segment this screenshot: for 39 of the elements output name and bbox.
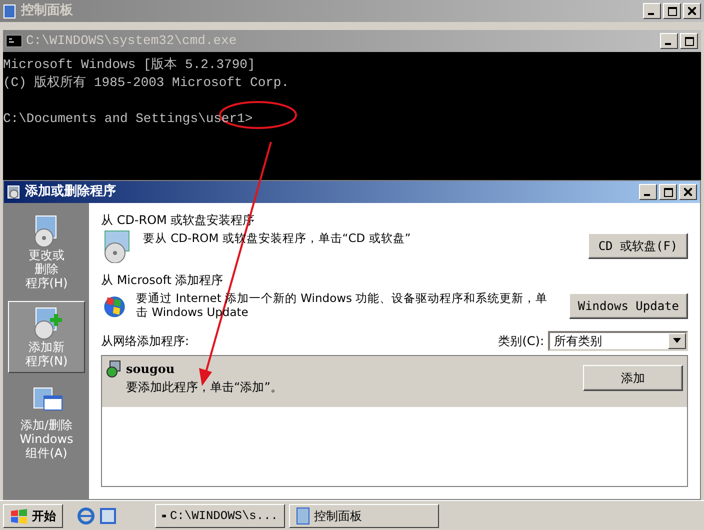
close-icon <box>684 188 692 196</box>
program-icon <box>7 184 21 200</box>
program-description: 要添加此程序，单击“添加”。 <box>126 379 284 396</box>
category-label: 类别(C): <box>498 333 544 350</box>
desktop-icon[interactable] <box>99 506 117 525</box>
page-icon <box>99 506 117 525</box>
console-icon <box>6 35 22 47</box>
program-row[interactable]: sougou 要添加此程序，单击“添加”。 添加 <box>101 355 688 407</box>
globe-icon <box>77 506 95 525</box>
sidebar-item[interactable]: 添加/删除 Windows 组件(A) <box>8 379 85 465</box>
windows-logo-icon <box>10 508 28 524</box>
maximize-icon <box>668 6 676 16</box>
maximize-icon <box>664 188 672 197</box>
window-title: 控制面板 <box>21 2 73 20</box>
section-heading: 从 Microsoft 添加程序 <box>101 272 224 289</box>
window-title: C:\WINDOWS\system32\cmd.exe <box>26 32 237 50</box>
taskbar-button[interactable]: 控制面板 <box>289 504 439 528</box>
cd-button[interactable]: CD 或软盘(F) <box>588 233 688 259</box>
maximize-button[interactable] <box>659 184 677 200</box>
category-dropdown[interactable]: 所有类别 <box>548 331 688 351</box>
folder-icon <box>3 3 17 19</box>
browser-icon[interactable] <box>77 506 95 525</box>
console-line: (C) 版权所有 1985-2003 Microsoft Corp. <box>3 74 290 92</box>
close-icon <box>688 7 696 16</box>
program-name: sougou <box>126 361 176 378</box>
close-button[interactable] <box>679 184 697 200</box>
maximize-icon <box>684 36 694 46</box>
console-line: Microsoft Windows [版本 5.2.3790] <box>3 56 256 74</box>
window-title: 添加或删除程序 <box>25 182 116 202</box>
control-panel-icon <box>296 506 310 524</box>
taskbar-button[interactable]: C:\WINDOWS\s... <box>155 504 285 528</box>
installer-icon <box>106 360 122 378</box>
start-button[interactable]: 开始 <box>3 504 63 528</box>
minimize-button[interactable] <box>639 184 657 200</box>
caret-icon <box>673 338 681 344</box>
add-button[interactable]: 添加 <box>583 365 683 391</box>
sidebar-item[interactable]: 更改或 删除 程序(H) <box>8 209 85 295</box>
section-heading: 从网络添加程序: <box>101 333 190 350</box>
update-button[interactable]: Windows Update <box>568 293 688 319</box>
